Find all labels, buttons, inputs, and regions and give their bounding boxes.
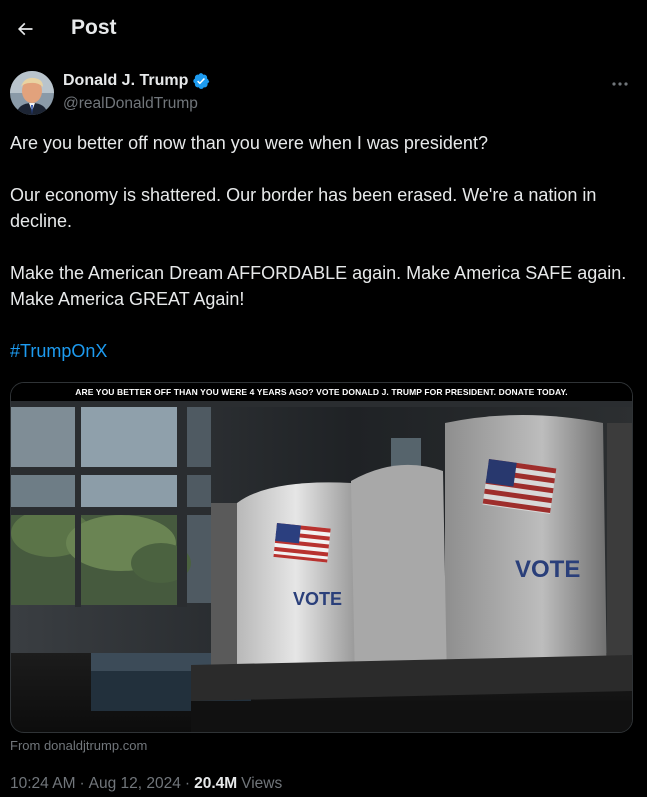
post-date[interactable]: Aug 12, 2024: [89, 775, 181, 793]
post-time[interactable]: 10:24 AM: [10, 775, 76, 793]
tweet-paragraph: Our economy is shattered. Our border has…: [10, 185, 597, 231]
meta-separator: ·: [184, 775, 191, 792]
tweet-text: Are you better off now than you were whe…: [10, 130, 637, 390]
hashtag-link[interactable]: #TrumpOnX: [10, 341, 107, 361]
voting-booth-image: VOTE VOTE: [11, 401, 632, 732]
post-header: Post: [0, 0, 647, 58]
meta-separator: ·: [79, 775, 85, 792]
author-handle[interactable]: @realDonaldTrump: [63, 95, 198, 113]
avatar[interactable]: [10, 71, 54, 115]
booth-vote-label: VOTE: [293, 589, 342, 609]
arrow-left-icon: [17, 22, 33, 36]
views-count: 20.4M: [194, 775, 238, 792]
author-row: Donald J. Trump @realDonaldTrump: [10, 70, 637, 116]
name-row: Donald J. Trump: [63, 72, 210, 90]
media-banner-text: ARE YOU BETTER OFF THAN YOU WERE 4 YEARS…: [11, 383, 632, 401]
more-horizontal-icon: [612, 82, 628, 86]
display-name[interactable]: Donald J. Trump: [63, 72, 188, 90]
page-title: Post: [71, 16, 117, 39]
verified-badge-icon: [193, 73, 210, 89]
tweet-paragraph: Make the American Dream AFFORDABLE again…: [10, 263, 627, 309]
more-options-button[interactable]: [607, 74, 633, 94]
views-label: Views: [241, 775, 283, 792]
video-media[interactable]: ARE YOU BETTER OFF THAN YOU WERE 4 YEARS…: [10, 382, 633, 733]
booth-vote-label: VOTE: [515, 556, 580, 583]
post-meta: 10:24 AM · Aug 12, 2024 · 20.4M Views: [10, 775, 282, 793]
media-source-link[interactable]: From donaldjtrump.com: [10, 738, 147, 753]
back-button[interactable]: [8, 12, 42, 46]
tweet-paragraph: Are you better off now than you were whe…: [10, 133, 488, 153]
